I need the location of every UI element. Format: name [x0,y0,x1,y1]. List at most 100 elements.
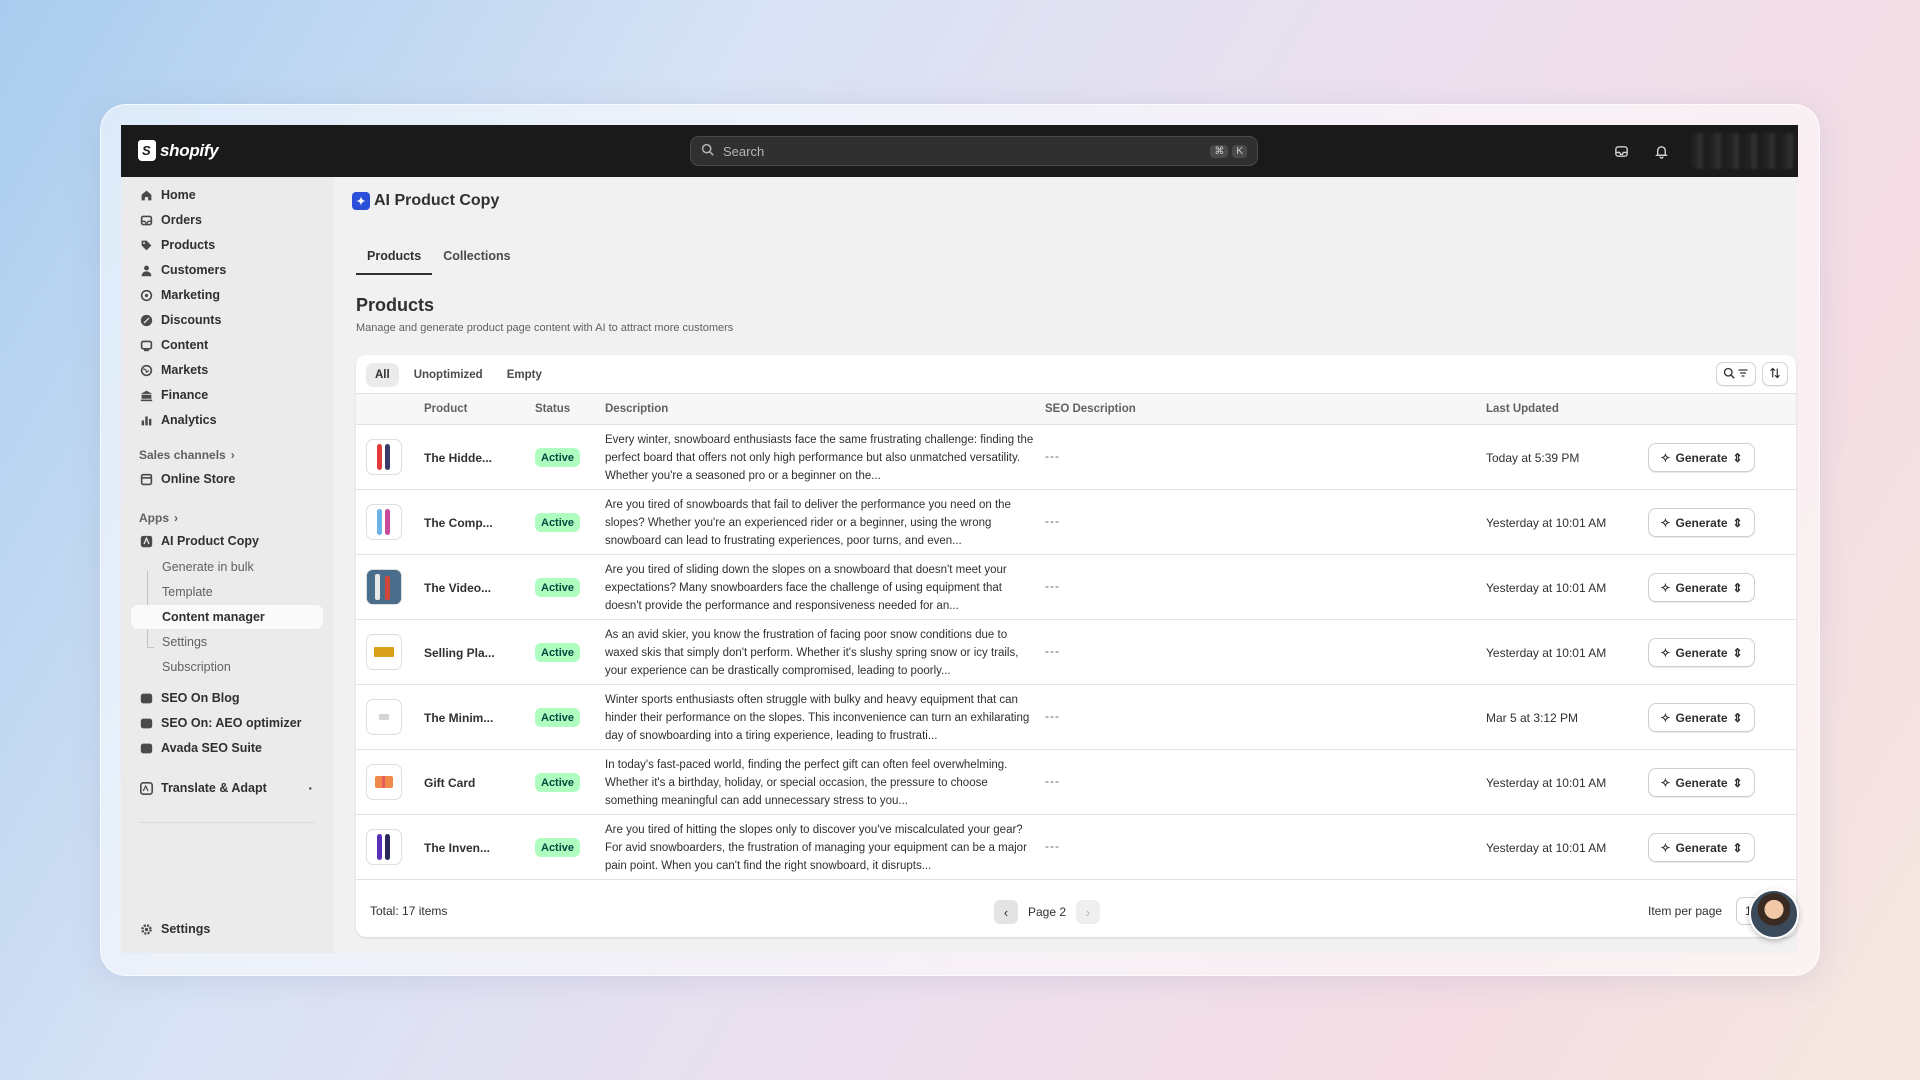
table-row[interactable]: The Inven... Active Are you tired of hit… [356,815,1796,880]
table-row[interactable]: The Comp... Active Are you tired of snow… [356,490,1796,555]
generate-button[interactable]: ✧ Generate ⇕ [1648,638,1755,667]
items-per-page-label: Item per page [1648,904,1723,918]
sidebar-item-finance[interactable]: Finance [131,383,323,407]
filter-empty[interactable]: Empty [498,363,551,387]
app-title-text: AI Product Copy [374,192,500,209]
seo-description: --- [1045,579,1060,593]
pagination: ‹ Page 2 › [994,900,1101,924]
sparkle-icon: ✧ [1660,580,1671,595]
sidebar-subitem-settings[interactable]: Settings [131,630,323,654]
sidebar-item-online-store[interactable]: Online Store [131,467,323,491]
product-name[interactable]: The Hidde... [424,451,492,465]
product-name[interactable]: The Video... [424,581,491,595]
last-updated: Mar 5 at 3:12 PM [1486,711,1579,725]
cmd-key: ⌘ [1210,144,1229,158]
brand-name: shopify [160,140,219,160]
table-header: Product Status Description SEO Descripti… [356,393,1796,425]
chevron-updown-icon: ⇕ [1732,515,1743,530]
generate-button[interactable]: ✧ Generate ⇕ [1648,703,1755,732]
sidebar-item-seo-on-blog[interactable]: SEO On Blog [131,686,323,710]
page-subtitle: Manage and generate product page content… [356,322,734,334]
sidebar-item-products[interactable]: Products [131,233,323,257]
more-dot-icon[interactable]: · [308,780,313,796]
sidebar-subitem-subscription[interactable]: Subscription [131,655,323,679]
globe-icon [139,363,153,377]
page-indicator: Page 2 [1028,905,1067,919]
sidebar: Home Orders Products Customers Marketing… [121,177,334,953]
sparkle-icon: ✧ [1660,450,1671,465]
product-name[interactable]: Gift Card [424,776,475,790]
generate-label: Generate [1675,775,1728,790]
support-chat-avatar[interactable] [1749,889,1799,939]
table-row[interactable]: The Minim... Active Winter sports enthus… [356,685,1796,750]
sidebar-item-customers[interactable]: Customers [131,258,323,282]
search-bar[interactable]: Search ⌘ K [690,136,1258,166]
table-row[interactable]: The Hidde... Active Every winter, snowbo… [356,425,1796,490]
sidebar-item-orders[interactable]: Orders [131,208,323,232]
shopify-logo[interactable]: shopify [138,140,219,161]
product-name[interactable]: The Comp... [424,516,493,530]
table-row[interactable]: Selling Pla... Active As an avid skier, … [356,620,1796,685]
chevron-updown-icon: ⇕ [1732,775,1743,790]
product-name[interactable]: Selling Pla... [424,646,495,660]
sales-channels-heading[interactable]: Sales channels › [139,448,235,462]
product-description: Are you tired of snowboards that fail to… [605,499,1011,547]
generate-button[interactable]: ✧ Generate ⇕ [1648,768,1755,797]
status-badge: Active [535,838,581,857]
search-placeholder: Search [723,143,765,159]
generate-button[interactable]: ✧ Generate ⇕ [1648,443,1755,472]
sidebar-subitem-generate-in-bulk[interactable]: Generate in bulk [131,555,323,579]
sidebar-item-label: Marketing [161,288,221,302]
product-thumbnail [366,634,402,670]
status-badge: Active [535,578,581,597]
sidebar-item-discounts[interactable]: Discounts [131,308,323,332]
products-card: All Unoptimized Empty Product Status Des… [356,355,1796,937]
sparkle-icon: ✧ [1660,645,1671,660]
chevron-right-icon: › [174,511,178,525]
table-row[interactable]: The Video... Active Are you tired of sli… [356,555,1796,620]
seo-description: --- [1045,774,1060,788]
sidebar-item-marketing[interactable]: Marketing [131,283,323,307]
product-name[interactable]: The Inven... [424,841,490,855]
sidebar-item-home[interactable]: Home [131,183,323,207]
sidebar-item-seo-aeo[interactable]: SEO On: AEO optimizer [131,711,323,735]
generate-button[interactable]: ✧ Generate ⇕ [1648,508,1755,537]
sidebar-item-label: SEO On: AEO optimizer [161,716,302,730]
sidebar-subitem-template[interactable]: Template [131,580,323,604]
tab-collections[interactable]: Collections [432,239,521,273]
table-footer: Total: 17 items ‹ Page 2 › Item per page… [356,887,1796,937]
sidebar-item-analytics[interactable]: Analytics [131,408,323,432]
sidebar-item-settings[interactable]: Settings [131,917,323,941]
sidebar-subitem-content-manager[interactable]: Content manager [131,605,323,629]
sidebar-item-label: Analytics [161,413,217,427]
sidebar-item-avada-seo[interactable]: Avada SEO Suite [131,736,323,760]
bell-icon[interactable] [1651,141,1671,161]
filter-unoptimized[interactable]: Unoptimized [405,363,492,387]
table-row[interactable]: Gift Card Active In today's fast-paced w… [356,750,1796,815]
seo-description: --- [1045,644,1060,658]
store-account-menu[interactable] [1691,133,1797,169]
tab-products[interactable]: Products [356,239,433,275]
person-icon [139,263,153,277]
apps-heading[interactable]: Apps › [139,511,178,525]
page-title: Products [356,295,435,315]
app-title: ✦ AI Product Copy [352,192,499,210]
generate-button[interactable]: ✧ Generate ⇕ [1648,573,1755,602]
sort-button[interactable] [1762,362,1788,386]
generate-label: Generate [1675,840,1728,855]
inbox-icon[interactable] [1611,141,1631,161]
next-page-button[interactable]: › [1076,900,1101,924]
sidebar-item-markets[interactable]: Markets [131,358,323,382]
seo-description: --- [1045,709,1060,723]
filter-all[interactable]: All [366,363,399,387]
prev-page-button[interactable]: ‹ [994,900,1018,924]
product-name[interactable]: The Minim... [424,711,493,725]
generate-button[interactable]: ✧ Generate ⇕ [1648,833,1755,862]
status-badge: Active [535,513,581,532]
sidebar-item-translate-adapt[interactable]: Translate & Adapt · [131,776,323,800]
shopify-bag-icon [138,140,156,161]
sidebar-item-ai-product-copy[interactable]: AI Product Copy [131,529,323,553]
sidebar-item-content[interactable]: Content [131,333,323,357]
generate-label: Generate [1675,710,1728,725]
search-filter-button[interactable] [1716,362,1756,386]
